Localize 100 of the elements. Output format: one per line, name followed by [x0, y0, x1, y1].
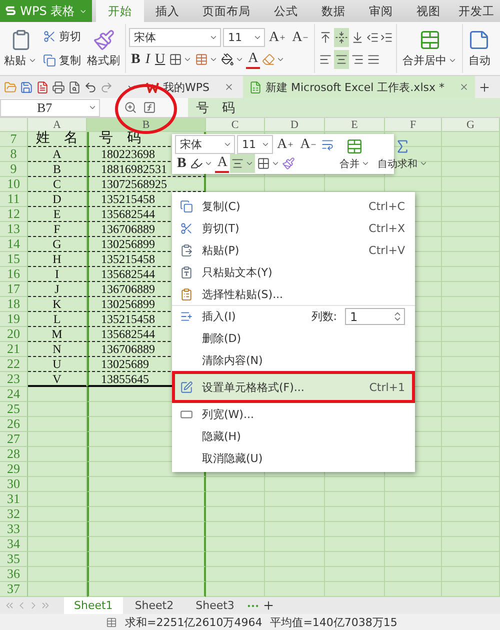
- merge-button[interactable]: 合并居中: [400, 24, 460, 73]
- ribbon-tab[interactable]: 插入: [144, 0, 192, 22]
- table-cell: A: [28, 147, 87, 162]
- grow-font-button[interactable]: A: [275, 135, 296, 154]
- function-icon[interactable]: [143, 101, 156, 114]
- table-cell: M: [28, 327, 87, 342]
- zoom-icon[interactable]: [124, 101, 137, 114]
- table-cell: [385, 492, 442, 507]
- caret-icon: [28, 56, 37, 65]
- column-header[interactable]: C: [206, 118, 265, 132]
- format-cells-icon: [180, 381, 192, 394]
- grow-font-button[interactable]: A: [267, 28, 288, 47]
- app-menu-button[interactable]: WPS 表格: [0, 0, 92, 22]
- ribbon-tab[interactable]: 视图: [404, 0, 452, 22]
- table-cell: [265, 507, 325, 522]
- table-icon: [195, 53, 208, 66]
- document-icon: [468, 29, 490, 51]
- menu-item[interactable]: 只粘贴文本(Y): [172, 261, 415, 283]
- menu-item[interactable]: 隐藏(H): [172, 425, 415, 447]
- autosum-button[interactable]: 自动求和: [375, 135, 430, 173]
- column-header[interactable]: D: [265, 118, 325, 132]
- bold-button[interactable]: B: [129, 50, 142, 69]
- menu-item[interactable]: 设置单元格格式(F)... Ctrl+1: [172, 371, 415, 403]
- table-cell: [442, 177, 500, 192]
- formula-field[interactable]: 号 码: [188, 98, 500, 117]
- font-size-field[interactable]: 11: [237, 135, 273, 154]
- font-name-field[interactable]: 宋体: [129, 28, 221, 47]
- sheet-tab[interactable]: Sheet2: [124, 597, 184, 614]
- table-cell: [325, 477, 385, 492]
- format-painter-button[interactable]: 格式刷: [85, 24, 122, 73]
- menu-item[interactable]: 列宽(W)...: [172, 403, 415, 425]
- close-icon[interactable]: [224, 82, 234, 92]
- table-cell: H: [28, 252, 87, 267]
- menu-item[interactable]: 复制(C) Ctrl+C: [172, 195, 415, 217]
- column-count-field[interactable]: 1: [345, 308, 405, 325]
- menu-item[interactable]: 清除内容(N): [172, 349, 415, 371]
- copy-button[interactable]: 复制: [41, 50, 83, 72]
- ribbon-tab[interactable]: 页面布局: [191, 0, 262, 22]
- menu-item[interactable]: 粘贴(P) Ctrl+V: [172, 239, 415, 261]
- new-tab-icon[interactable]: [478, 80, 490, 94]
- align-middle-icon[interactable]: [334, 28, 350, 47]
- ribbon-tab[interactable]: 开发工: [452, 0, 500, 22]
- paintbrush-icon[interactable]: [282, 157, 296, 170]
- caret-icon: [223, 140, 232, 149]
- table-cell: [442, 462, 500, 477]
- table-cell: [442, 162, 500, 177]
- name-box[interactable]: B7: [0, 98, 100, 116]
- shrink-font-button[interactable]: A: [290, 28, 312, 47]
- pdf-icon[interactable]: [36, 80, 49, 94]
- font-name-field[interactable]: 宋体: [175, 135, 235, 154]
- plus-icon: [287, 141, 294, 148]
- table-cell: [206, 522, 265, 537]
- grid-icon: [257, 157, 270, 170]
- column-header[interactable]: B: [87, 118, 206, 132]
- autosum-button[interactable]: 自动: [466, 24, 492, 73]
- font-size-field[interactable]: 11: [223, 28, 265, 47]
- indent-increase-icon[interactable]: [380, 31, 394, 44]
- shrink-font-button[interactable]: A: [298, 135, 320, 154]
- menu-item[interactable]: 插入(I) 列数: 1: [172, 305, 415, 327]
- underline-button[interactable]: U: [153, 50, 168, 69]
- italic-button[interactable]: I: [143, 50, 152, 69]
- indent-decrease-icon[interactable]: [366, 31, 380, 44]
- menu-item[interactable]: 删除(D): [172, 327, 415, 349]
- ribbon-tab[interactable]: 审阅: [357, 0, 405, 22]
- table-cell: [265, 477, 325, 492]
- table-cell: [206, 492, 265, 507]
- sheet-tab[interactable]: Sheet3: [186, 597, 244, 614]
- align-center-icon[interactable]: [334, 50, 350, 69]
- cut-button[interactable]: 剪切: [41, 26, 83, 48]
- print-icon[interactable]: [52, 80, 65, 94]
- table-cell: [385, 567, 442, 582]
- table-cell: [325, 522, 385, 537]
- table-cell: [442, 417, 500, 432]
- save-icon[interactable]: [20, 80, 33, 94]
- align-button[interactable]: [230, 154, 256, 173]
- preview-icon[interactable]: [68, 80, 81, 94]
- table-cell: [442, 372, 500, 387]
- caret-icon: [88, 103, 97, 112]
- undo-icon[interactable]: [84, 80, 97, 94]
- menu-item[interactable]: 选择性粘贴(S)...: [172, 283, 415, 305]
- column-header[interactable]: A: [28, 118, 87, 132]
- ribbon-tab[interactable]: 数据: [310, 0, 358, 22]
- ribbon-tab[interactable]: 公式: [262, 0, 310, 22]
- wrap-text-icon[interactable]: [321, 138, 334, 151]
- font-color-button[interactable]: A: [246, 50, 260, 69]
- close-icon[interactable]: [458, 82, 468, 92]
- column-header[interactable]: G: [442, 118, 500, 132]
- sheet-tab[interactable]: Sheet1: [64, 597, 123, 614]
- menu-item[interactable]: 取消隐藏(U): [172, 447, 415, 469]
- caret-icon: [209, 33, 218, 42]
- add-sheet-icon[interactable]: [262, 599, 276, 612]
- document-tab[interactable]: 新建 Microsoft Excel 工作表.xlsx *: [242, 76, 474, 98]
- menu-item[interactable]: 剪切(T) Ctrl+X: [172, 217, 415, 239]
- table-cell: [28, 402, 87, 417]
- paste-button[interactable]: 粘贴: [2, 24, 39, 73]
- column-header[interactable]: F: [385, 118, 442, 132]
- merge-button[interactable]: 合并: [337, 135, 372, 173]
- column-header[interactable]: E: [325, 118, 385, 132]
- table-cell: [385, 537, 442, 552]
- ribbon-tab[interactable]: 开始: [96, 0, 144, 22]
